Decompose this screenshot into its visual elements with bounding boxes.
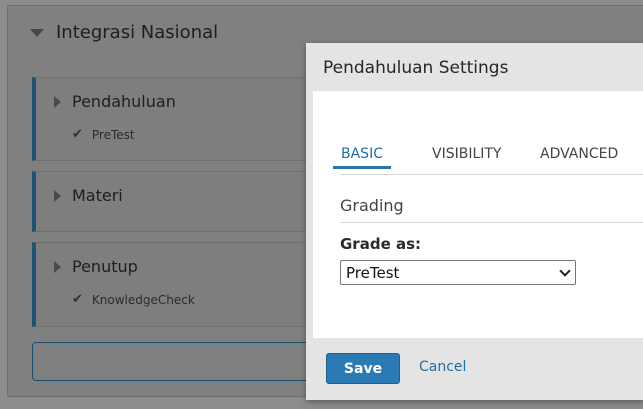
- grade-as-value: PreTest: [346, 263, 400, 282]
- tab-visibility[interactable]: VISIBILITY: [432, 146, 502, 168]
- checkmark-icon: ✔: [72, 292, 83, 307]
- grading-type: PreTest: [91, 127, 135, 142]
- modal-title: Pendahuluan Settings: [323, 58, 509, 78]
- collapse-triangle-icon[interactable]: [30, 28, 44, 37]
- settings-tabs: BASIC VISIBILITY ADVANCED: [333, 146, 643, 175]
- subsection-title: Materi: [72, 186, 123, 205]
- subsection-header[interactable]: Pendahuluan: [54, 92, 176, 111]
- expand-triangle-icon[interactable]: [54, 95, 61, 108]
- checkmark-icon: ✔: [72, 127, 83, 142]
- section-title: Integrasi Nasional: [56, 22, 219, 43]
- subsection-grading: ✔ PreTest: [72, 127, 135, 142]
- subsection-grading: ✔ KnowledgeCheck: [72, 292, 195, 307]
- subsection-title: Penutup: [72, 257, 138, 276]
- divider: [340, 222, 643, 223]
- expand-triangle-icon[interactable]: [54, 260, 61, 273]
- tab-basic[interactable]: BASIC: [333, 146, 391, 169]
- grading-type: KnowledgeCheck: [91, 292, 195, 307]
- grade-as-label: Grade as:: [340, 235, 422, 253]
- settings-modal: Pendahuluan Settings BASIC VISIBILITY AD…: [306, 43, 643, 400]
- tab-advanced[interactable]: ADVANCED: [540, 146, 618, 168]
- save-button[interactable]: Save: [326, 353, 400, 384]
- modal-body: BASIC VISIBILITY ADVANCED Grading Grade …: [313, 91, 643, 338]
- chevron-down-icon: [559, 265, 571, 277]
- section-header[interactable]: Integrasi Nasional: [30, 22, 218, 43]
- cancel-button[interactable]: Cancel: [419, 359, 466, 375]
- grade-as-select[interactable]: PreTest: [340, 260, 576, 285]
- grading-section-header: Grading: [340, 196, 404, 215]
- subsection-title: Pendahuluan: [72, 92, 176, 111]
- expand-triangle-icon[interactable]: [54, 189, 61, 202]
- subsection-header[interactable]: Materi: [54, 186, 123, 205]
- subsection-header[interactable]: Penutup: [54, 257, 138, 276]
